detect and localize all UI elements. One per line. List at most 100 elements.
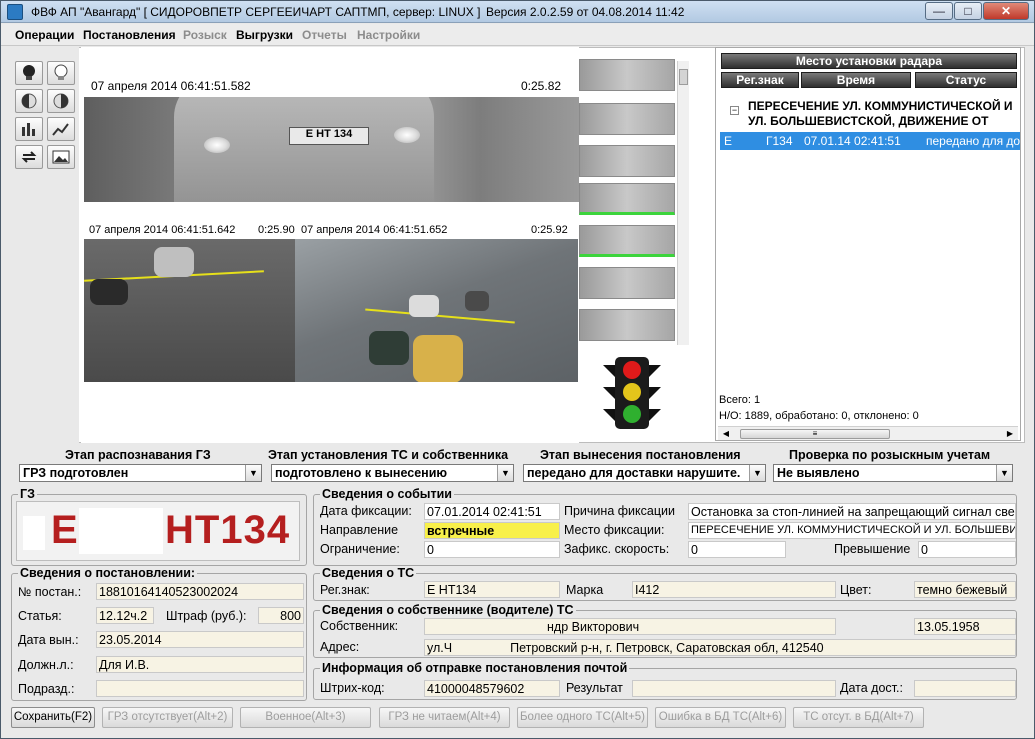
decree-number-label: № постан.:	[18, 585, 82, 599]
decree-division-field[interactable]	[96, 680, 304, 697]
gz-title: ГЗ	[18, 487, 37, 501]
event-limit-field[interactable]: 0	[424, 541, 560, 558]
vehicle-color-label: Цвет:	[840, 583, 872, 597]
chart-icon[interactable]	[47, 117, 75, 141]
event-speed-field[interactable]: 0	[688, 541, 786, 558]
radar-location-header[interactable]: Место установки радара	[721, 53, 1017, 69]
maximize-button[interactable]: □	[954, 2, 982, 20]
stage-owner-select[interactable]: подготовлено к вынесению ▼	[271, 464, 514, 482]
violation-row-selected[interactable]: Е Г134 07.01.14 02:41:51 передано для до	[720, 132, 1020, 150]
owner-birth-field[interactable]: 13.05.1958	[914, 618, 1016, 635]
plate-unreadable-button[interactable]: ГРЗ не читаем(Alt+4)	[379, 707, 510, 728]
event-title: Сведения о событии	[320, 487, 454, 501]
thumbnail[interactable]	[579, 183, 675, 215]
multiple-vehicles-button[interactable]: Более одного ТС(Alt+5)	[517, 707, 648, 728]
mail-delivery-field[interactable]	[914, 680, 1016, 697]
event-excess-field[interactable]: 0	[918, 541, 1016, 558]
decree-article-field[interactable]: 12.12ч.2	[96, 607, 154, 624]
scroll-thumb[interactable]: ≡	[740, 429, 890, 439]
mail-barcode-field[interactable]: 41000048579602	[424, 680, 560, 697]
thumbnail[interactable]	[579, 225, 675, 257]
refresh-icon[interactable]	[15, 145, 43, 169]
collapse-icon[interactable]: −	[730, 106, 739, 115]
db-error-button[interactable]: Ошибка в БД ТС(Alt+6)	[655, 707, 786, 728]
stage-decree-label: Этап вынесения постановления	[540, 448, 741, 462]
stage-recognition-select[interactable]: ГРЗ подготовлен ▼	[19, 464, 262, 482]
minimize-button[interactable]: —	[925, 2, 953, 20]
row-time: 07.01.14 02:41:51	[804, 134, 901, 148]
decree-group: Сведения о постановлении: № постан.: 188…	[11, 566, 307, 701]
chevron-down-icon[interactable]: ▼	[996, 465, 1012, 481]
thumbnail-strip	[579, 51, 677, 347]
decree-date-field[interactable]: 23.05.2014	[96, 631, 304, 648]
mail-result-label: Результат	[566, 681, 623, 695]
decree-date-label: Дата вын.:	[18, 633, 79, 647]
thumbnail[interactable]	[579, 59, 675, 91]
main-vehicle-photo[interactable]: Е НТ 134	[84, 97, 579, 202]
event-place-field[interactable]: ПЕРЕСЕЧЕНИЕ УЛ. КОММУНИСТИЧЕСКОЙ И УЛ. Б…	[688, 522, 1016, 539]
column-header-status[interactable]: Статус	[915, 72, 1017, 88]
close-button[interactable]: ✕	[983, 2, 1029, 20]
vehicle-not-in-db-button[interactable]: ТС отсут. в БД(Alt+7)	[793, 707, 924, 728]
column-header-time[interactable]: Время	[801, 72, 911, 88]
event-date-field[interactable]: 07.01.2014 02:41:51	[424, 503, 560, 520]
scroll-thumb[interactable]	[679, 69, 688, 85]
military-button[interactable]: Военное(Alt+3)	[240, 707, 371, 728]
radar-panel: Место установки радара Рег.знак Время Ст…	[715, 47, 1021, 441]
car-shape	[90, 279, 128, 305]
bulb-on-icon[interactable]	[15, 61, 43, 85]
stage-decree-select[interactable]: передано для доставки нарушите. ▼	[523, 464, 766, 482]
event-direction-field[interactable]: встречные	[424, 522, 560, 539]
thumbnail[interactable]	[579, 145, 675, 177]
mail-result-field[interactable]	[632, 680, 836, 697]
save-button[interactable]: Сохранить(F2)	[11, 707, 95, 728]
menu-exports[interactable]: Выгрузки	[236, 28, 293, 42]
photo-plate: Е НТ 134	[289, 127, 369, 145]
decree-fine-field[interactable]: 800	[258, 607, 304, 624]
menu-decrees[interactable]: Постановления	[83, 28, 176, 42]
thumbnail-scrollbar[interactable]	[677, 61, 689, 345]
radar-location-node[interactable]: ПЕРЕСЕЧЕНИЕ УЛ. КОММУНИСТИЧЕСКОЙ И УЛ. Б…	[748, 99, 1020, 129]
stage-owner-value: подготовлено к вынесению	[275, 466, 448, 480]
chevron-down-icon[interactable]: ▼	[749, 465, 765, 481]
vehicle-color-field[interactable]: темно бежевый	[914, 581, 1016, 598]
contrast-right-icon[interactable]	[47, 89, 75, 113]
no-plate-button[interactable]: ГРЗ отсутствует(Alt+2)	[102, 707, 233, 728]
column-header-plate[interactable]: Рег.знак	[721, 72, 799, 88]
histogram-icon[interactable]	[15, 117, 43, 141]
menu-search[interactable]: Розыск	[183, 28, 227, 42]
gz-plate-end: НТ134	[165, 508, 291, 552]
owner-name-field[interactable]: ндр Викторович	[424, 618, 836, 635]
menu-settings[interactable]: Настройки	[357, 28, 420, 42]
contrast-left-icon[interactable]	[15, 89, 43, 113]
menu-reports[interactable]: Отчеты	[302, 28, 347, 42]
vehicle-plate-field[interactable]: Е НТ134	[424, 581, 560, 598]
row-status: передано для до	[926, 134, 1021, 148]
scroll-right-icon[interactable]: ▶	[1004, 428, 1016, 439]
event-reason-field[interactable]: Остановка за стоп-линией на запрещающий …	[688, 503, 1016, 520]
bulb-off-icon[interactable]	[47, 61, 75, 85]
radar-panel-hscrollbar[interactable]: ◀ ≡ ▶	[718, 426, 1018, 440]
stage-search-value: Не выявлено	[777, 466, 860, 480]
car-shape	[413, 335, 463, 382]
scroll-left-icon[interactable]: ◀	[720, 428, 732, 439]
stage-search-select[interactable]: Не выявлено ▼	[773, 464, 1013, 482]
thumbnail[interactable]	[579, 309, 675, 341]
stage-recognition-label: Этап распознавания ГЗ	[65, 448, 211, 462]
image-icon[interactable]	[47, 145, 75, 169]
small-photo-1[interactable]	[84, 239, 295, 382]
chevron-down-icon[interactable]: ▼	[245, 465, 261, 481]
decree-number-field[interactable]: 18810164140523002024	[96, 583, 304, 600]
owner-address-field[interactable]: ул.Ч Петровский р-н, г. Петровск, Саратов…	[424, 639, 1016, 656]
vehicle-brand-field[interactable]: I412	[632, 581, 836, 598]
owner-address-start: ул.Ч	[427, 641, 453, 655]
thumbnail[interactable]	[579, 267, 675, 299]
thumbnail[interactable]	[579, 103, 675, 135]
small-photo-2[interactable]	[295, 239, 578, 382]
chevron-down-icon[interactable]: ▼	[497, 465, 513, 481]
app-icon	[7, 4, 23, 20]
event-place-label: Место фиксации:	[564, 523, 665, 537]
menu-operations[interactable]: Операции	[15, 28, 74, 42]
stop-line	[365, 308, 515, 324]
decree-official-field[interactable]: Для И.В.	[96, 656, 304, 673]
